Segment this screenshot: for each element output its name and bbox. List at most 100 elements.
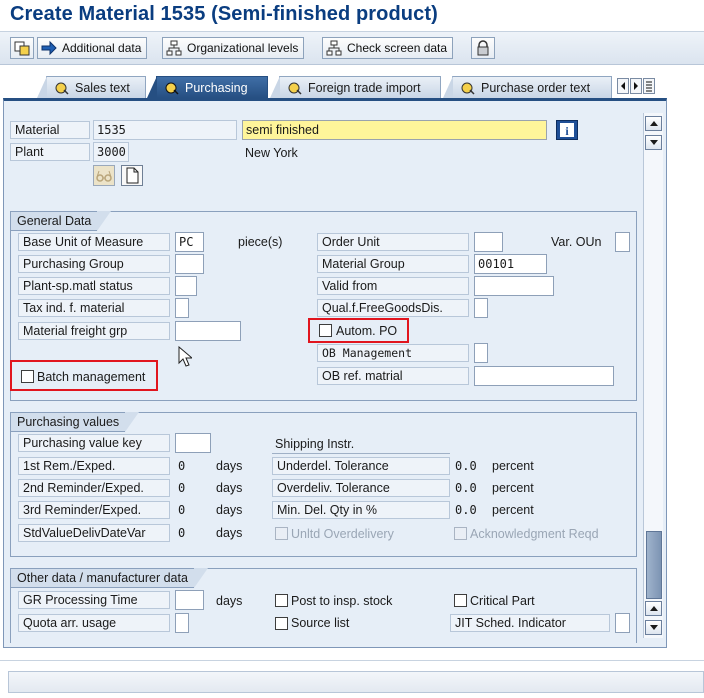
base-uom-text: piece(s): [238, 235, 283, 249]
status-bar: [8, 671, 704, 693]
org-levels-label: Organizational levels: [187, 41, 299, 55]
tab-scroll-left-button[interactable]: [617, 78, 629, 94]
tab-status-icon: [165, 81, 179, 95]
scroll-up-button[interactable]: [645, 116, 662, 131]
var-oun-field[interactable]: [615, 232, 630, 252]
order-unit-field[interactable]: [474, 232, 503, 252]
freight-grp-field[interactable]: [175, 321, 241, 341]
scroll-page-up-button[interactable]: [645, 601, 662, 616]
shipping-instr-label: Shipping Instr.: [275, 437, 355, 451]
ob-management-field[interactable]: [474, 343, 488, 363]
stdvalue-unit: days: [216, 526, 243, 540]
critical-part-label: Critical Part: [470, 594, 535, 608]
ob-management-label: OB Management: [317, 344, 469, 362]
plant-sp-status-label: Plant-sp.matl status: [18, 277, 170, 295]
unltd-overdelivery-label: Unltd Overdelivery: [291, 527, 394, 541]
tab-list-button[interactable]: [643, 78, 655, 94]
lock-button[interactable]: [471, 37, 495, 59]
check-screen-data-button[interactable]: Check screen data: [322, 37, 454, 59]
tab-status-icon: [288, 81, 302, 95]
qual-free-goods-label: Qual.f.FreeGoodsDis.: [317, 299, 469, 317]
quota-label: Quota arr. usage: [18, 614, 170, 632]
document-button[interactable]: [121, 165, 143, 186]
jit-field[interactable]: [615, 613, 630, 633]
material-description-field[interactable]: semi finished: [242, 120, 547, 140]
material-group-field[interactable]: 00101: [474, 254, 547, 274]
purchasing-value-key-field[interactable]: [175, 433, 211, 453]
tax-ind-field[interactable]: [175, 298, 189, 318]
gr-time-field[interactable]: [175, 590, 204, 610]
unltd-overdelivery-checkbox[interactable]: [275, 527, 288, 540]
vertical-scrollbar[interactable]: [643, 113, 663, 638]
divider: [272, 453, 450, 454]
purchasing-group-field[interactable]: [175, 254, 204, 274]
min-del-value: 0.0: [455, 503, 477, 517]
acknowledgment-label: Acknowledgment Reqd: [470, 527, 599, 541]
material-group-label: Material Group: [317, 255, 469, 273]
overdeliv-unit: percent: [492, 481, 534, 495]
underdel-unit: percent: [492, 459, 534, 473]
source-list-label: Source list: [291, 616, 350, 630]
gr-time-unit: days: [216, 594, 243, 608]
tab-label: Purchasing: [185, 80, 248, 95]
page-title: Create Material 1535 (Semi-finished prod…: [10, 3, 438, 25]
tab-purchase-order-text[interactable]: Purchase order text: [443, 76, 612, 98]
tab-sales-text[interactable]: Sales text: [37, 76, 146, 98]
scroll-page-down-button[interactable]: [645, 135, 662, 150]
overdeliv-value: 0.0: [455, 481, 477, 495]
highlight-autom-po: [308, 318, 409, 343]
critical-part-checkbox[interactable]: [454, 594, 467, 607]
tab-scroll-right-button[interactable]: [630, 78, 642, 94]
plant-sp-status-field[interactable]: [175, 276, 197, 296]
qual-free-goods-field[interactable]: [474, 298, 488, 318]
check-screen-data-label: Check screen data: [347, 41, 448, 55]
rem3-unit: days: [216, 503, 243, 517]
purchasing-value-key-label: Purchasing value key: [18, 434, 170, 452]
tab-label: Purchase order text: [481, 80, 591, 95]
scroll-down-button[interactable]: [645, 620, 662, 635]
stdvalue-label: StdValueDelivDateVar: [18, 524, 170, 542]
glasses-icon: [96, 170, 112, 182]
freight-grp-label: Material freight grp: [18, 322, 170, 340]
purchasing-group-label: Purchasing Group: [18, 255, 170, 273]
base-uom-field[interactable]: PC: [175, 232, 204, 252]
tab-purchasing[interactable]: Purchasing: [147, 76, 268, 98]
order-unit-label: Order Unit: [317, 233, 469, 251]
post-insp-stock-checkbox[interactable]: [275, 594, 288, 607]
plant-field[interactable]: 3000: [93, 142, 129, 162]
org-hierarchy-icon: [166, 40, 182, 56]
rem2-unit: days: [216, 481, 243, 495]
rem1-unit: days: [216, 459, 243, 473]
material-field[interactable]: 1535: [93, 120, 237, 140]
tab-status-icon: [461, 81, 475, 95]
rem2-label: 2nd Reminder/Exped.: [18, 479, 170, 497]
info-button[interactable]: i: [556, 120, 578, 140]
valid-from-label: Valid from: [317, 277, 469, 295]
display-change-icon: [14, 40, 30, 56]
additional-data-button[interactable]: Additional data: [37, 37, 148, 59]
rem3-label: 3rd Reminder/Exped.: [18, 501, 170, 519]
underdel-label: Underdel. Tolerance: [272, 457, 450, 475]
acknowledgment-checkbox[interactable]: [454, 527, 467, 540]
rem2-value: 0: [178, 481, 186, 495]
org-levels-button[interactable]: Organizational levels: [162, 37, 305, 59]
ob-ref-field[interactable]: [474, 366, 614, 386]
display-change-button[interactable]: [10, 37, 34, 59]
source-list-checkbox[interactable]: [275, 617, 288, 630]
glasses-button[interactable]: [93, 165, 115, 186]
info-icon: i: [560, 123, 574, 138]
jit-label: JIT Sched. Indicator: [450, 614, 610, 632]
valid-from-field[interactable]: [474, 276, 554, 296]
tab-status-icon: [55, 81, 69, 95]
rem1-value: 0: [178, 459, 186, 473]
quota-field[interactable]: [175, 613, 189, 633]
plant-name: New York: [245, 146, 298, 160]
group-title: Purchasing values: [10, 412, 140, 432]
scroll-thumb[interactable]: [646, 531, 662, 599]
gr-time-label: GR Processing Time: [18, 591, 170, 609]
ob-ref-label: OB ref. matrial: [317, 367, 469, 385]
var-oun-label: Var. OUn: [551, 235, 602, 249]
tab-foreign-trade-import[interactable]: Foreign trade import: [270, 76, 441, 98]
rem1-label: 1st Rem./Exped.: [18, 457, 170, 475]
base-uom-label: Base Unit of Measure: [18, 233, 170, 251]
